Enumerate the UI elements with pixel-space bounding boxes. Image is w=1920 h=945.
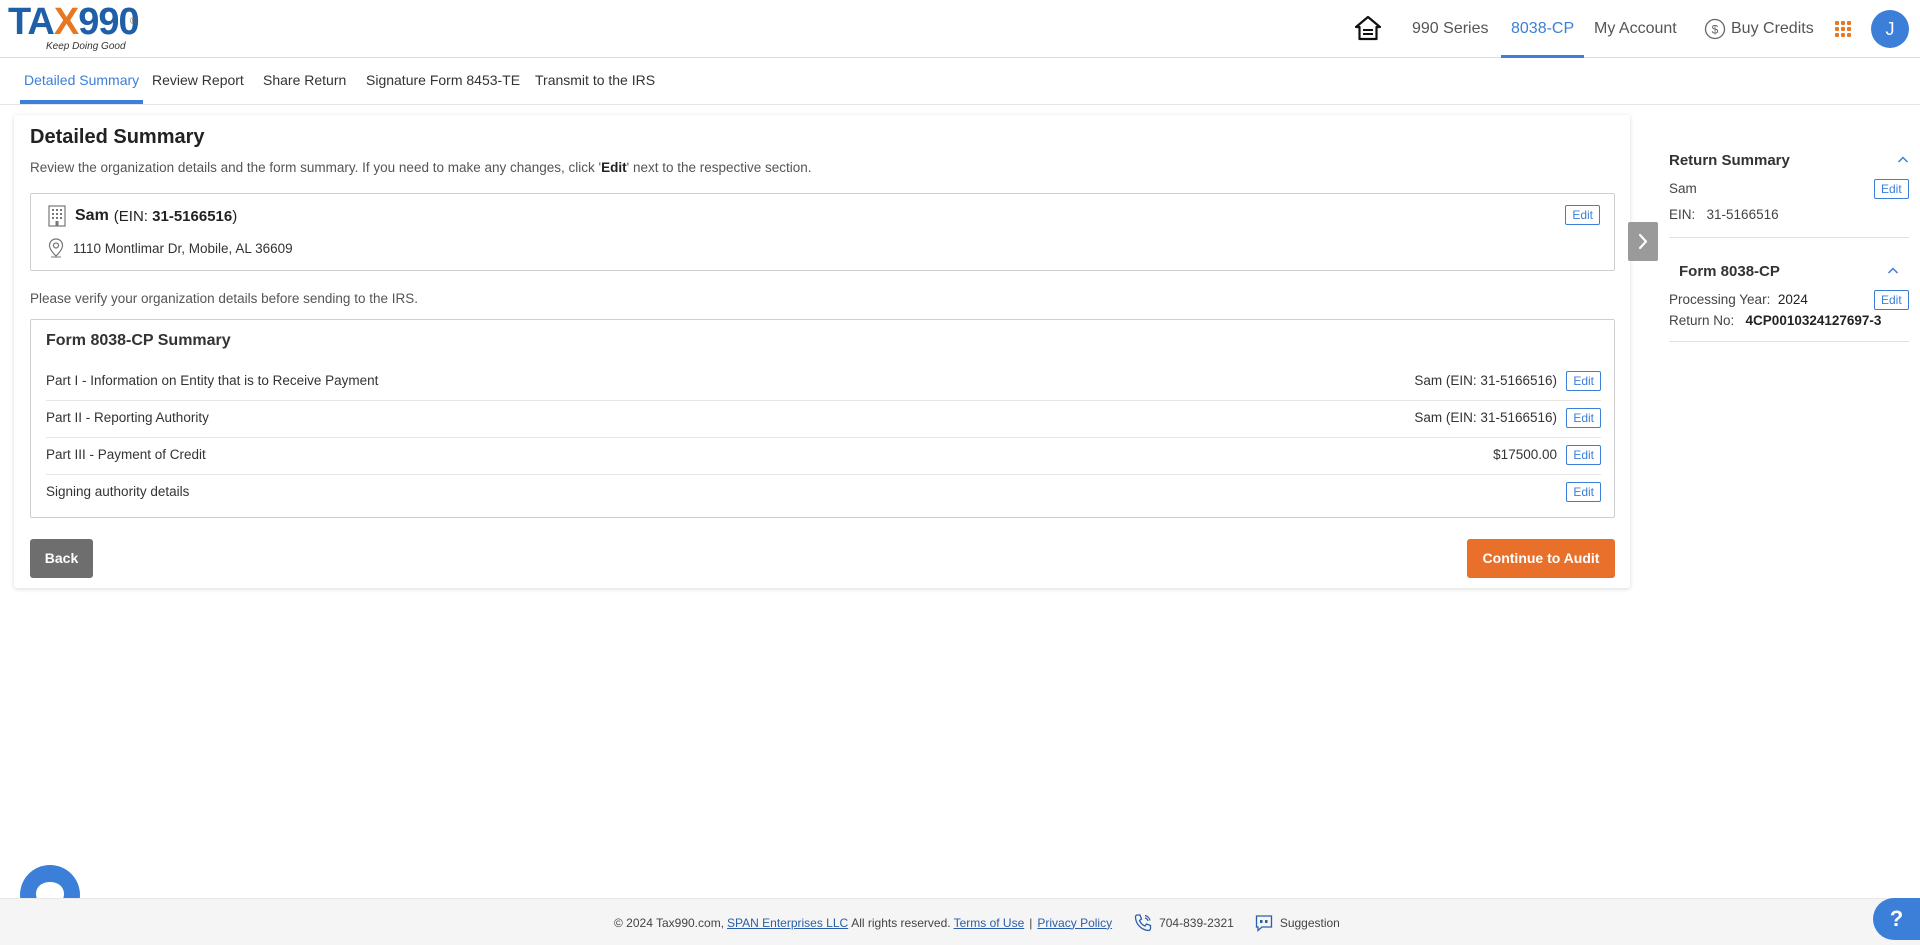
chevron-up-icon[interactable]: [1897, 154, 1909, 166]
form-summary-title: Form 8038-CP Summary: [46, 332, 231, 349]
org-ein-value: 31-5166516: [152, 207, 233, 225]
org-edit-button[interactable]: Edit: [1565, 205, 1600, 225]
help-button[interactable]: ?: [1873, 898, 1920, 940]
org-name: Sam: [75, 207, 109, 224]
summary-row-value: $17500.00: [1493, 447, 1557, 462]
return-summary-name: Sam: [1669, 181, 1697, 196]
logo-wordmark: TAX990 ®: [8, 2, 148, 42]
footer-rights: All rights reserved.: [851, 915, 951, 930]
return-number-label: Return No:: [1669, 313, 1735, 328]
location-pin-icon: [48, 238, 64, 258]
tab-share-return[interactable]: Share Return: [263, 58, 346, 104]
verify-notice: Please verify your organization details …: [30, 291, 418, 306]
tax990-logo[interactable]: TAX990 ® Keep Doing Good: [8, 2, 148, 54]
desc-text-bold: Edit: [601, 160, 627, 175]
page-footer: © 2024 Tax990.com, SPAN Enterprises LLC …: [0, 898, 1920, 945]
tab-transmit-irs[interactable]: Transmit to the IRS: [535, 58, 655, 104]
suggestion-icon: [1255, 914, 1272, 932]
tab-signature-form[interactable]: Signature Form 8453-TE: [366, 58, 520, 104]
dollar-coin-icon: $: [1704, 18, 1726, 40]
logo-tagline: Keep Doing Good: [46, 41, 126, 52]
building-icon: [48, 205, 66, 227]
summary-row-value: Sam (EIN: 31-5166516): [1414, 373, 1557, 388]
user-avatar[interactable]: J: [1871, 10, 1909, 48]
step-tabs: Detailed Summary Review Report Share Ret…: [0, 58, 1920, 105]
part3-edit-button[interactable]: Edit: [1566, 445, 1601, 465]
processing-year-label: Processing Year:: [1669, 292, 1771, 307]
page-title: Detailed Summary: [30, 126, 205, 148]
footer-separator: |: [1029, 915, 1033, 930]
svg-text:$: $: [1712, 23, 1719, 37]
signing-edit-button[interactable]: Edit: [1566, 482, 1601, 502]
nav-990-series[interactable]: 990 Series: [1412, 0, 1489, 58]
tab-review-report[interactable]: Review Report: [152, 58, 244, 104]
page-description: Review the organization details and the …: [30, 160, 812, 175]
summary-row-part2: Part II - Reporting Authority Sam (EIN: …: [46, 401, 1601, 438]
desc-text-pre: Review the organization details and the …: [30, 160, 602, 175]
org-ein: (EIN: 31-5166516): [114, 208, 237, 225]
return-summary-ein: EIN: 31-5166516: [1669, 207, 1779, 222]
org-name-row: Sam (EIN: 31-5166516): [47, 205, 237, 227]
part2-edit-button[interactable]: Edit: [1566, 408, 1601, 428]
top-header: TAX990 ® Keep Doing Good 990 Series 8038-…: [0, 0, 1920, 58]
summary-row-signing: Signing authority details Edit: [46, 475, 1601, 512]
form-section-edit-button[interactable]: Edit: [1874, 290, 1909, 310]
terms-link[interactable]: Terms of Use: [954, 916, 1025, 930]
home-icon[interactable]: [1354, 14, 1382, 42]
return-number-value: 4CP0010324127697-3: [1745, 313, 1882, 328]
desc-text-post: ' next to the respective section.: [626, 160, 812, 175]
return-summary-edit-button[interactable]: Edit: [1874, 179, 1909, 199]
summary-row-label: Signing authority details: [46, 484, 190, 499]
form-section-title: Form 8038-CP: [1679, 263, 1780, 280]
panel-toggle-button[interactable]: [1628, 222, 1658, 261]
summary-row-label: Part II - Reporting Authority: [46, 410, 209, 425]
ein-label: EIN:: [1669, 207, 1696, 222]
org-ein-suffix: ): [232, 207, 238, 225]
chevron-right-icon: [1638, 233, 1648, 250]
apps-grid-icon[interactable]: [1835, 21, 1851, 37]
company-link[interactable]: SPAN Enterprises LLC: [727, 916, 848, 930]
nav-my-account[interactable]: My Account: [1594, 0, 1677, 58]
chevron-up-icon[interactable]: [1887, 265, 1899, 277]
org-ein-prefix: (EIN:: [113, 207, 153, 225]
continue-to-audit-button[interactable]: Continue to Audit: [1467, 539, 1615, 578]
organization-box: Sam (EIN: 31-5166516) Edit 1110 Montlima…: [30, 193, 1615, 271]
ein-value: 31-5166516: [1706, 207, 1779, 222]
logo-text-left: TA: [8, 1, 55, 43]
detailed-summary-card: Detailed Summary Review the organization…: [14, 115, 1630, 588]
back-button[interactable]: Back: [30, 539, 93, 578]
processing-year-value: 2024: [1777, 292, 1808, 307]
phone-icon: [1134, 913, 1152, 931]
summary-row-value: Sam (EIN: 31-5166516): [1414, 410, 1557, 425]
panel-divider: [1669, 237, 1909, 238]
form-summary-box: Form 8038-CP Summary Part I - Informatio…: [30, 319, 1615, 518]
logo-registered-mark: ®: [130, 16, 137, 27]
summary-row-part1: Part I - Information on Entity that is t…: [46, 364, 1601, 401]
org-address: 1110 Montlimar Dr, Mobile, AL 36609: [73, 240, 293, 256]
nav-buy-credits[interactable]: $ Buy Credits: [1704, 0, 1814, 58]
return-summary-title: Return Summary: [1669, 152, 1790, 169]
processing-year: Processing Year: 2024: [1669, 292, 1808, 307]
summary-row-label: Part I - Information on Entity that is t…: [46, 373, 379, 388]
panel-divider: [1669, 341, 1909, 342]
return-number: Return No: 4CP0010324127697-3: [1669, 313, 1881, 328]
part1-edit-button[interactable]: Edit: [1566, 371, 1601, 391]
summary-row-label: Part III - Payment of Credit: [46, 447, 206, 462]
logo-text-x: X: [53, 1, 79, 43]
privacy-link[interactable]: Privacy Policy: [1037, 916, 1112, 930]
buy-credits-label: Buy Credits: [1731, 20, 1814, 37]
tab-detailed-summary[interactable]: Detailed Summary: [20, 58, 144, 104]
footer-content: © 2024 Tax990.com, SPAN Enterprises LLC …: [614, 899, 1340, 945]
nav-8038-cp[interactable]: 8038-CP: [1501, 0, 1585, 58]
footer-phone: 704-839-2321: [1159, 915, 1234, 930]
footer-suggestion[interactable]: Suggestion: [1280, 916, 1340, 930]
summary-row-part3: Part III - Payment of Credit $17500.00 E…: [46, 438, 1601, 475]
org-address-row: 1110 Montlimar Dr, Mobile, AL 36609: [47, 238, 293, 258]
footer-copyright: © 2024 Tax990.com,: [614, 915, 725, 930]
